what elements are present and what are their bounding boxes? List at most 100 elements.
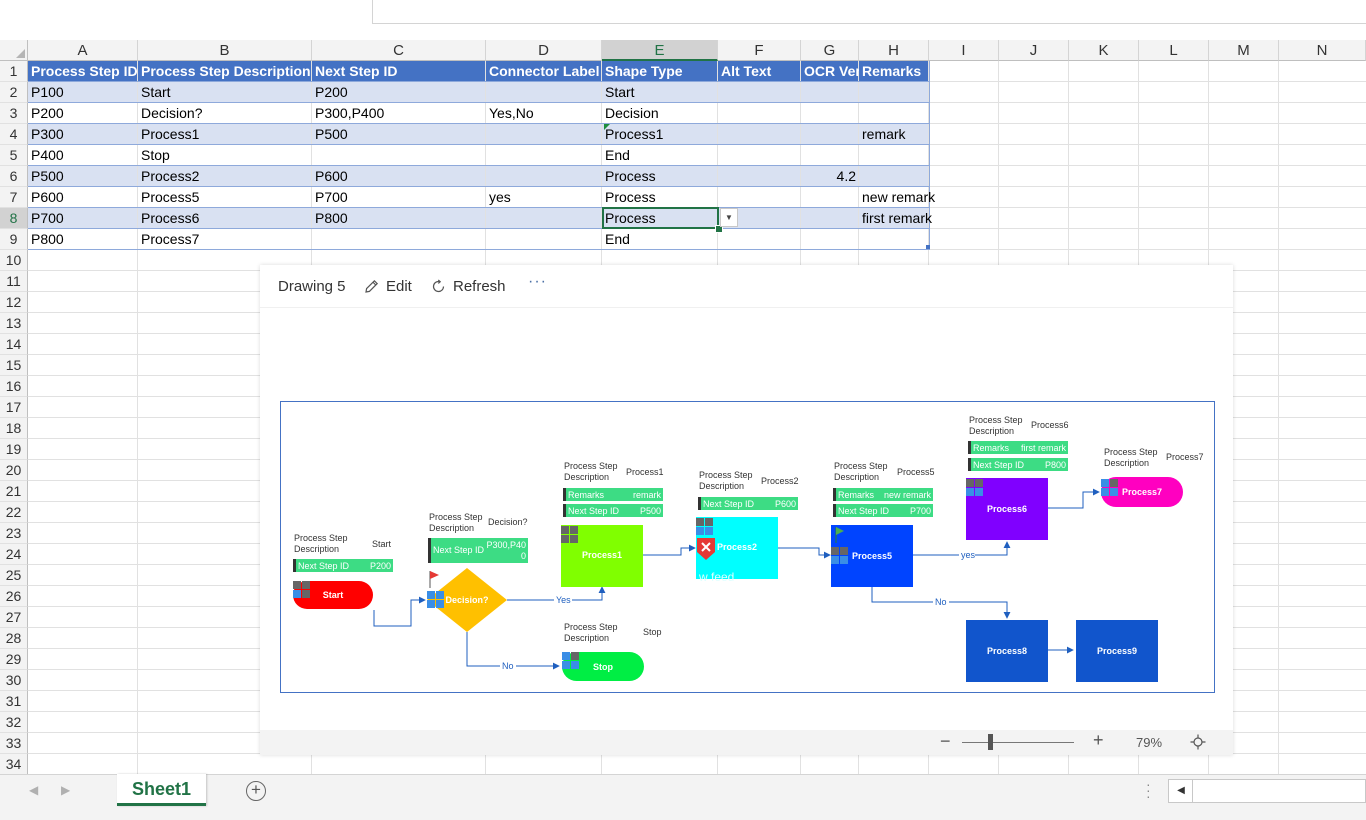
row-header-26[interactable]: 26 — [0, 586, 28, 607]
row-header-20[interactable]: 20 — [0, 460, 28, 481]
horizontal-scrollbar[interactable]: ◀ — [1168, 779, 1366, 803]
row-header-2[interactable]: 2 — [0, 82, 28, 103]
row-header-6[interactable]: 6 — [0, 166, 28, 187]
row-header-11[interactable]: 11 — [0, 271, 28, 292]
row-header-22[interactable]: 22 — [0, 502, 28, 523]
row-header-1[interactable]: 1 — [0, 61, 28, 82]
shape-start[interactable]: Process Step Description Start Next Step… — [293, 533, 393, 609]
row-header-29[interactable]: 29 — [0, 649, 28, 670]
table-cell[interactable]: P300 — [28, 124, 64, 145]
formula-input[interactable] — [372, 0, 1366, 24]
table-header-cell[interactable]: OCR Ver — [801, 61, 859, 82]
column-header-d[interactable]: D — [486, 40, 602, 61]
row-header-30[interactable]: 30 — [0, 670, 28, 691]
row-header-34[interactable]: 34 — [0, 754, 28, 774]
more-options-icon[interactable]: ··· — [528, 273, 547, 291]
zoom-slider-track[interactable] — [962, 742, 1074, 743]
table-cell[interactable]: P600 — [28, 187, 64, 208]
table-cell[interactable]: P700 — [28, 208, 64, 229]
table-cell[interactable]: P700 — [312, 187, 348, 208]
shape-process7[interactable]: Process Step Description Process7 Proces… — [1101, 447, 1204, 507]
table-header-cell[interactable]: Connector Label — [486, 61, 602, 82]
row-header-5[interactable]: 5 — [0, 145, 28, 166]
row-header-17[interactable]: 17 — [0, 397, 28, 418]
zoom-in-button[interactable]: + — [1093, 730, 1104, 751]
table-header-cell[interactable]: Next Step ID — [312, 61, 486, 82]
table-cell[interactable]: End — [602, 229, 630, 250]
row-header-12[interactable]: 12 — [0, 292, 28, 313]
column-header-e[interactable]: E — [602, 40, 718, 61]
select-all-corner[interactable] — [0, 40, 28, 61]
column-header-i[interactable]: I — [929, 40, 999, 61]
table-cell[interactable]: P600 — [312, 166, 348, 187]
table-cell[interactable]: Process6 — [138, 208, 199, 229]
table-cell[interactable]: Process1 — [602, 124, 663, 145]
zoom-slider-thumb[interactable] — [988, 734, 993, 750]
shape-stop[interactable]: Process Step Description Stop Stop — [562, 622, 662, 681]
table-cell[interactable]: Start — [138, 82, 171, 103]
active-cell-selection[interactable] — [602, 207, 719, 229]
table-cell[interactable]: Yes,No — [486, 103, 534, 124]
table-cell[interactable]: Process5 — [138, 187, 199, 208]
table-cell[interactable]: P400 — [28, 145, 64, 166]
table-cell[interactable]: Decision — [602, 103, 659, 124]
row-header-7[interactable]: 7 — [0, 187, 28, 208]
shape-process5[interactable]: Process Step Description Process5 Remark… — [831, 461, 935, 587]
scroll-left-icon[interactable]: ◀ — [1170, 780, 1193, 802]
table-cell[interactable]: P200 — [312, 82, 348, 103]
table-cell[interactable]: Process2 — [138, 166, 199, 187]
prev-sheet-icon[interactable]: ◀ — [29, 783, 38, 797]
row-header-14[interactable]: 14 — [0, 334, 28, 355]
column-header-n[interactable]: N — [1279, 40, 1366, 61]
row-header-28[interactable]: 28 — [0, 628, 28, 649]
table-cell[interactable]: Process1 — [138, 124, 199, 145]
column-header-g[interactable]: G — [801, 40, 859, 61]
table-cell[interactable]: new remark — [859, 187, 935, 208]
row-header-3[interactable]: 3 — [0, 103, 28, 124]
table-resize-handle[interactable] — [926, 245, 930, 249]
column-header-h[interactable]: H — [859, 40, 929, 61]
column-header-k[interactable]: K — [1069, 40, 1139, 61]
column-header-c[interactable]: C — [312, 40, 486, 61]
table-header-cell[interactable]: Remarks — [859, 61, 929, 82]
table-header-cell[interactable]: Shape Type — [602, 61, 718, 82]
row-header-24[interactable]: 24 — [0, 544, 28, 565]
zoom-out-button[interactable]: − — [940, 731, 951, 752]
row-header-15[interactable]: 15 — [0, 355, 28, 376]
row-header-4[interactable]: 4 — [0, 124, 28, 145]
edit-button[interactable]: Edit — [363, 276, 412, 296]
table-cell[interactable]: Stop — [138, 145, 170, 166]
column-header-m[interactable]: M — [1209, 40, 1279, 61]
table-cell[interactable]: P800 — [28, 229, 64, 250]
column-header-b[interactable]: B — [138, 40, 312, 61]
row-header-31[interactable]: 31 — [0, 691, 28, 712]
row-header-13[interactable]: 13 — [0, 313, 28, 334]
table-cell[interactable]: Start — [602, 82, 635, 103]
table-cell[interactable]: Process7 — [138, 229, 199, 250]
shape-process6[interactable]: Process Step Description Process6 Remark… — [966, 415, 1069, 540]
row-header-21[interactable]: 21 — [0, 481, 28, 502]
table-cell[interactable]: P300,P400 — [312, 103, 384, 124]
row-header-10[interactable]: 10 — [0, 250, 28, 271]
column-header-f[interactable]: F — [718, 40, 801, 61]
row-header-18[interactable]: 18 — [0, 418, 28, 439]
row-header-25[interactable]: 25 — [0, 565, 28, 586]
row-header-8[interactable]: 8 — [0, 208, 28, 229]
table-cell[interactable]: first remark — [859, 208, 932, 229]
shape-process8[interactable]: Process8 — [966, 620, 1048, 682]
column-header-l[interactable]: L — [1139, 40, 1209, 61]
table-cell[interactable]: P800 — [312, 208, 348, 229]
table-cell[interactable]: P500 — [312, 124, 348, 145]
row-header-9[interactable]: 9 — [0, 229, 28, 250]
table-cell[interactable]: Decision? — [138, 103, 202, 124]
row-header-19[interactable]: 19 — [0, 439, 28, 460]
table-cell[interactable]: P200 — [28, 103, 64, 124]
table-header-cell[interactable]: Process Step ID — [28, 61, 138, 82]
table-cell[interactable]: P500 — [28, 166, 64, 187]
row-header-27[interactable]: 27 — [0, 607, 28, 628]
tab-split-handle-icon[interactable]: · · · — [1146, 777, 1151, 803]
refresh-button[interactable]: Refresh — [430, 276, 506, 296]
shape-process9[interactable]: Process9 — [1076, 620, 1158, 682]
next-sheet-icon[interactable]: ▶ — [61, 783, 70, 797]
table-cell[interactable]: P100 — [28, 82, 64, 103]
